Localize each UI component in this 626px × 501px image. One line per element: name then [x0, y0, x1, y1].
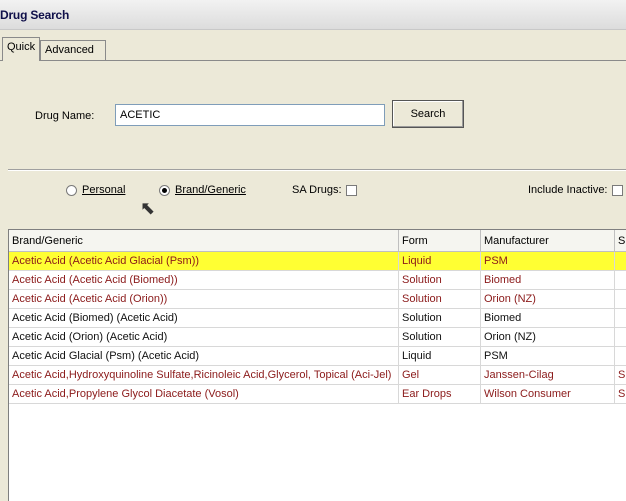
- cell-manufacturer: PSM: [481, 252, 615, 271]
- cell-manufacturer: Janssen-Cilag: [481, 366, 615, 385]
- cell-form: Liquid: [399, 347, 481, 366]
- table-row[interactable]: Acetic Acid (Biomed) (Acetic Acid) Soluti…: [9, 309, 626, 328]
- mouse-pointer-icon: ⬉: [140, 198, 156, 218]
- sa-drugs-checkbox[interactable]: [346, 185, 357, 196]
- column-header-manufacturer[interactable]: Manufacturer: [481, 230, 615, 252]
- cell-sub: [615, 271, 626, 290]
- tab-advanced-label: Advanced: [45, 44, 94, 56]
- personal-label: Personal: [82, 184, 126, 196]
- table-row[interactable]: Acetic Acid (Acetic Acid (Biomed)) Soluti…: [9, 271, 626, 290]
- cell-form: Solution: [399, 271, 481, 290]
- cell-sub: [615, 328, 626, 347]
- cell-brand-generic: Acetic Acid (Biomed) (Acetic Acid): [9, 309, 399, 328]
- cell-sub: [615, 347, 626, 366]
- brand-generic-radio[interactable]: [159, 185, 170, 196]
- cell-sub: [615, 309, 626, 328]
- include-inactive-checkbox[interactable]: [612, 185, 623, 196]
- column-header-sub[interactable]: Sub: [615, 230, 626, 252]
- personal-radio[interactable]: [66, 185, 77, 196]
- cell-brand-generic: Acetic Acid (Acetic Acid (Orion)): [9, 290, 399, 309]
- window-title: Drug Search: [0, 8, 70, 22]
- cell-manufacturer: PSM: [481, 347, 615, 366]
- cell-form: Liquid: [399, 252, 481, 271]
- cell-sub: [615, 290, 626, 309]
- cell-sub: S: [615, 385, 626, 404]
- cell-manufacturer: Orion (NZ): [481, 290, 615, 309]
- drug-name-label: Drug Name:: [35, 110, 95, 122]
- column-header-brand-generic[interactable]: Brand/Generic: [9, 230, 399, 252]
- drug-name-input[interactable]: [115, 104, 385, 126]
- table-row[interactable]: Acetic Acid,Hydroxyquinoline Sulfate,Ric…: [9, 366, 626, 385]
- table-row[interactable]: Acetic Acid (Acetic Acid Glacial (Psm)) L…: [9, 252, 626, 271]
- filter-separator: [8, 169, 626, 171]
- tab-quick[interactable]: Quick: [2, 37, 40, 61]
- cell-manufacturer: Biomed: [481, 309, 615, 328]
- cell-form: Solution: [399, 328, 481, 347]
- table-row[interactable]: Acetic Acid (Orion) (Acetic Acid) Solutio…: [9, 328, 626, 347]
- window-title-bar: Drug Search: [0, 0, 626, 30]
- cell-brand-generic: Acetic Acid (Orion) (Acetic Acid): [9, 328, 399, 347]
- table-row[interactable]: Acetic Acid,Propylene Glycol Diacetate (…: [9, 385, 626, 404]
- table-row[interactable]: Acetic Acid Glacial (Psm) (Acetic Acid) L…: [9, 347, 626, 366]
- cell-manufacturer: Biomed: [481, 271, 615, 290]
- table-row[interactable]: Acetic Acid (Acetic Acid (Orion)) Solutio…: [9, 290, 626, 309]
- search-button[interactable]: Search: [392, 100, 464, 128]
- cell-brand-generic: Acetic Acid Glacial (Psm) (Acetic Acid): [9, 347, 399, 366]
- cell-sub: [615, 252, 626, 271]
- cell-brand-generic: Acetic Acid (Acetic Acid Glacial (Psm)): [9, 252, 399, 271]
- cell-form: Solution: [399, 309, 481, 328]
- cell-form: Gel: [399, 366, 481, 385]
- results-table[interactable]: Brand/Generic Form Manufacturer Sub Acet…: [8, 229, 626, 501]
- cell-form: Ear Drops: [399, 385, 481, 404]
- cell-manufacturer: Orion (NZ): [481, 328, 615, 347]
- tab-advanced[interactable]: Advanced: [40, 40, 106, 60]
- cell-brand-generic: Acetic Acid,Hydroxyquinoline Sulfate,Ric…: [9, 366, 399, 385]
- cell-sub: S: [615, 366, 626, 385]
- cell-form: Solution: [399, 290, 481, 309]
- sa-drugs-label: SA Drugs:: [292, 184, 342, 196]
- include-inactive-label: Include Inactive:: [528, 184, 608, 196]
- column-header-form[interactable]: Form: [399, 230, 481, 252]
- cell-brand-generic: Acetic Acid (Acetic Acid (Biomed)): [9, 271, 399, 290]
- cell-brand-generic: Acetic Acid,Propylene Glycol Diacetate (…: [9, 385, 399, 404]
- table-header: Brand/Generic Form Manufacturer Sub: [9, 230, 626, 252]
- cell-manufacturer: Wilson Consumer: [481, 385, 615, 404]
- brand-generic-label: Brand/Generic: [175, 184, 246, 196]
- tab-quick-label: Quick: [7, 41, 36, 53]
